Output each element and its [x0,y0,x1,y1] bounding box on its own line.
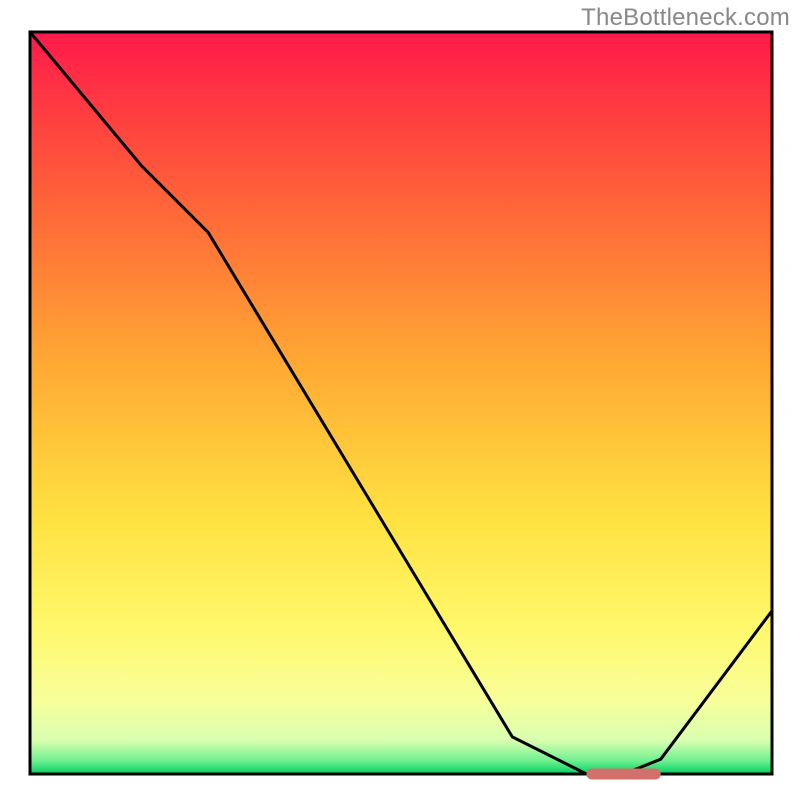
watermark-text: TheBottleneck.com [581,4,790,32]
bottleneck-chart [0,0,800,800]
chart-background [30,32,772,774]
optimal-marker [587,769,661,780]
chart-container: TheBottleneck.com [0,0,800,800]
